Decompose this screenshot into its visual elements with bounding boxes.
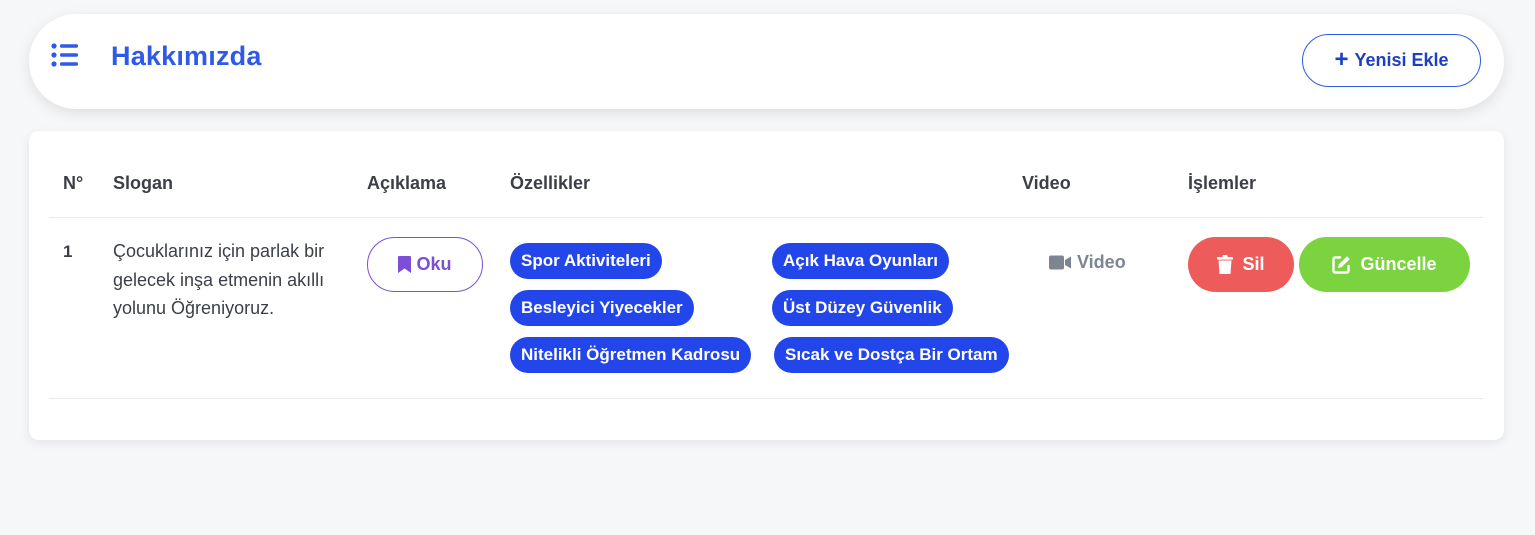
column-header-description: Açıklama — [367, 173, 447, 193]
update-label: Güncelle — [1360, 254, 1437, 274]
add-new-label: Yenisi Ekle — [1354, 50, 1449, 70]
list-icon[interactable] — [51, 43, 79, 67]
column-header-features: Özellikler — [510, 173, 591, 193]
column-header-no: N° — [63, 173, 84, 193]
about-table: N° Slogan Açıklama Özellikler Video İşle… — [29, 131, 1504, 440]
column-header-actions: İşlemler — [1188, 173, 1257, 193]
row-divider — [49, 398, 1483, 399]
read-label: Oku — [416, 254, 452, 274]
row-slogan: Çocuklarınız için parlak bir gelecek inş… — [113, 241, 325, 318]
edit-icon — [1332, 256, 1351, 274]
feature-tag: Nitelikli Öğretmen Kadrosu — [510, 337, 752, 373]
read-button[interactable]: Oku — [367, 237, 483, 292]
column-header-slogan: Slogan — [113, 173, 174, 193]
column-header-video: Video — [1022, 173, 1071, 193]
trash-icon — [1217, 255, 1234, 274]
bookmark-icon — [398, 256, 412, 273]
delete-button[interactable]: Sil — [1188, 237, 1294, 292]
delete-label: Sil — [1242, 254, 1265, 274]
video-label: Video — [1077, 252, 1126, 272]
header-divider — [49, 217, 1483, 218]
row-number: 1 — [63, 242, 73, 261]
page-title: Hakkımızda — [111, 41, 262, 71]
feature-tag: Üst Düzey Güvenlik — [772, 290, 953, 326]
feature-tag: Spor Aktiviteleri — [510, 243, 662, 279]
feature-tag: Besleyici Yiyecekler — [510, 290, 694, 326]
update-button[interactable]: Güncelle — [1299, 237, 1470, 292]
plus-icon: + — [1334, 45, 1349, 73]
page-header: Hakkımızda + Yenisi Ekle — [29, 14, 1504, 109]
add-new-button[interactable]: + Yenisi Ekle — [1302, 34, 1481, 87]
video-link[interactable]: Video — [1049, 252, 1126, 273]
feature-tag: Sıcak ve Dostça Bir Ortam — [774, 337, 1009, 373]
video-camera-icon — [1049, 255, 1071, 270]
feature-tag: Açık Hava Oyunları — [772, 243, 949, 279]
